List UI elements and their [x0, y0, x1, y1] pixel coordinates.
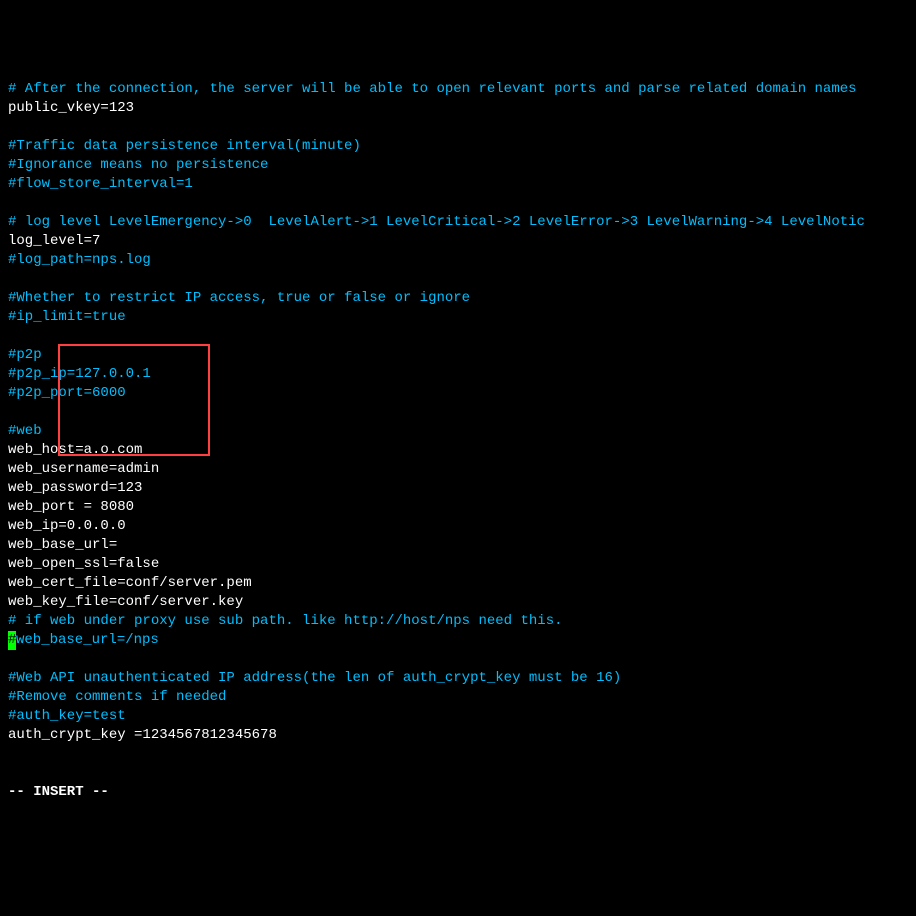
editor-line[interactable]: #p2p_ip=127.0.0.1	[8, 365, 908, 384]
editor-line[interactable]: web_open_ssl=false	[8, 555, 908, 574]
editor-line[interactable]: #p2p_port=6000	[8, 384, 908, 403]
editor-line[interactable]: #log_path=nps.log	[8, 251, 908, 270]
editor-line[interactable]	[8, 650, 908, 669]
editor-line[interactable]: web_username=admin	[8, 460, 908, 479]
editor-line[interactable]: # After the connection, the server will …	[8, 80, 908, 99]
cursor: #	[8, 631, 16, 650]
editor-line[interactable]: #Whether to restrict IP access, true or …	[8, 289, 908, 308]
editor-line[interactable]: #p2p	[8, 346, 908, 365]
editor-line[interactable]: #Ignorance means no persistence	[8, 156, 908, 175]
editor-line[interactable]: web_base_url=	[8, 536, 908, 555]
editor-line[interactable]: web_password=123	[8, 479, 908, 498]
editor-line[interactable]: web_port = 8080	[8, 498, 908, 517]
editor-line[interactable]: #auth_key=test	[8, 707, 908, 726]
editor-line[interactable]: #ip_limit=true	[8, 308, 908, 327]
editor-line[interactable]: web_host=a.o.com	[8, 441, 908, 460]
editor-line[interactable]: #web	[8, 422, 908, 441]
editor-line[interactable]: web_key_file=conf/server.key	[8, 593, 908, 612]
editor-line[interactable]	[8, 118, 908, 137]
editor-line[interactable]: #Remove comments if needed	[8, 688, 908, 707]
editor-line[interactable]: web_ip=0.0.0.0	[8, 517, 908, 536]
editor-line[interactable]: #Traffic data persistence interval(minut…	[8, 137, 908, 156]
editor-line[interactable]: # log level LevelEmergency->0 LevelAlert…	[8, 213, 908, 232]
editor-line[interactable]: web_cert_file=conf/server.pem	[8, 574, 908, 593]
editor-line[interactable]	[8, 327, 908, 346]
editor-line[interactable]: #web_base_url=/nps	[8, 631, 908, 650]
editor-line[interactable]	[8, 403, 908, 422]
editor-line[interactable]: auth_crypt_key =1234567812345678	[8, 726, 908, 745]
editor-line[interactable]: # if web under proxy use sub path. like …	[8, 612, 908, 631]
vim-mode-status: -- INSERT --	[8, 784, 109, 800]
editor-line[interactable]: log_level=7	[8, 232, 908, 251]
editor-content[interactable]: # After the connection, the server will …	[8, 80, 908, 745]
editor-line[interactable]: #flow_store_interval=1	[8, 175, 908, 194]
editor-line[interactable]	[8, 194, 908, 213]
editor-line[interactable]: #Web API unauthenticated IP address(the …	[8, 669, 908, 688]
editor-line[interactable]	[8, 270, 908, 289]
editor-line[interactable]: public_vkey=123	[8, 99, 908, 118]
